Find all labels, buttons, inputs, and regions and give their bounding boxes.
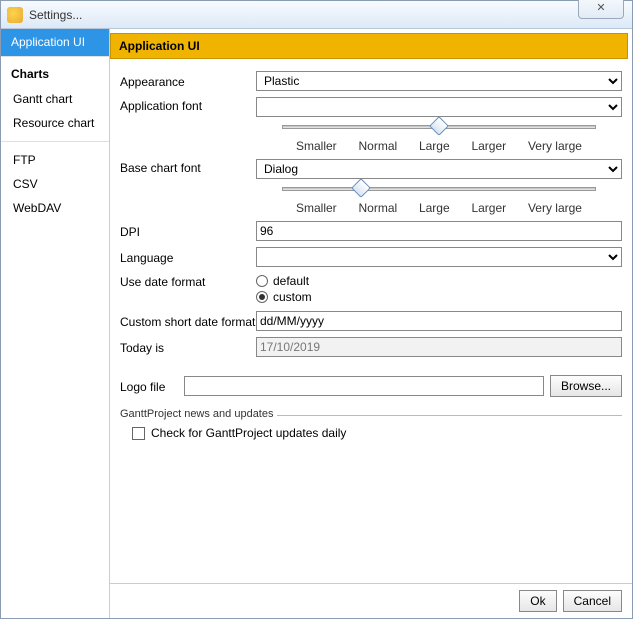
browse-button[interactable]: Browse...: [550, 375, 622, 397]
label-use-date-format: Use date format: [120, 273, 256, 289]
label-appearance: Appearance: [120, 73, 256, 89]
appearance-select[interactable]: Plastic: [256, 71, 622, 91]
sidebar-item-webdav[interactable]: WebDAV: [1, 196, 109, 220]
radio-icon: [256, 275, 268, 287]
app-icon: [7, 7, 23, 23]
label-application-font: Application font: [120, 97, 256, 113]
news-updates-fieldset: GanttProject news and updates Check for …: [120, 415, 622, 444]
label-dpi: DPI: [120, 223, 256, 239]
sidebar-item-application-ui[interactable]: Application UI: [1, 29, 109, 56]
today-is-input: [256, 337, 622, 357]
page-title: Application UI: [110, 33, 628, 59]
logo-file-input[interactable]: [184, 376, 544, 396]
label-base-chart-font: Base chart font: [120, 159, 256, 175]
checkbox-icon: [132, 427, 145, 440]
sidebar: Application UI Charts Gantt chart Resour…: [1, 29, 110, 618]
dpi-input[interactable]: [256, 221, 622, 241]
label-logo-file: Logo file: [120, 378, 178, 394]
title-bar: Settings...: [1, 1, 632, 29]
slider-ticks: Smaller Normal Large Larger Very large: [282, 139, 596, 153]
close-button[interactable]: ✕: [578, 0, 624, 19]
base-chart-font-select[interactable]: Dialog: [256, 159, 622, 179]
check-updates-checkbox[interactable]: Check for GanttProject updates daily: [124, 426, 618, 440]
sidebar-divider: [1, 141, 109, 142]
label-language: Language: [120, 249, 256, 265]
language-select[interactable]: [256, 247, 622, 267]
ok-button[interactable]: Ok: [519, 590, 556, 612]
slider-ticks: Smaller Normal Large Larger Very large: [282, 201, 596, 215]
base-chart-font-slider[interactable]: [282, 183, 596, 197]
settings-window: ✕ Settings... Application UI Charts Gant…: [0, 0, 633, 619]
radio-default[interactable]: default: [256, 273, 622, 289]
sidebar-item-csv[interactable]: CSV: [1, 172, 109, 196]
sidebar-item-resource-chart[interactable]: Resource chart: [1, 111, 109, 135]
radio-custom[interactable]: custom: [256, 289, 622, 305]
radio-icon: [256, 291, 268, 303]
fieldset-legend: GanttProject news and updates: [120, 408, 277, 420]
sidebar-group-charts[interactable]: Charts: [1, 56, 109, 87]
cancel-button[interactable]: Cancel: [563, 590, 622, 612]
label-today-is: Today is: [120, 339, 256, 355]
window-title: Settings...: [29, 8, 626, 22]
sidebar-item-gantt-chart[interactable]: Gantt chart: [1, 87, 109, 111]
application-font-slider[interactable]: [282, 121, 596, 135]
label-custom-short-date: Custom short date format: [120, 313, 256, 329]
custom-short-date-input[interactable]: [256, 311, 622, 331]
application-font-select[interactable]: [256, 97, 622, 117]
dialog-footer: Ok Cancel: [110, 583, 632, 618]
sidebar-item-ftp[interactable]: FTP: [1, 148, 109, 172]
